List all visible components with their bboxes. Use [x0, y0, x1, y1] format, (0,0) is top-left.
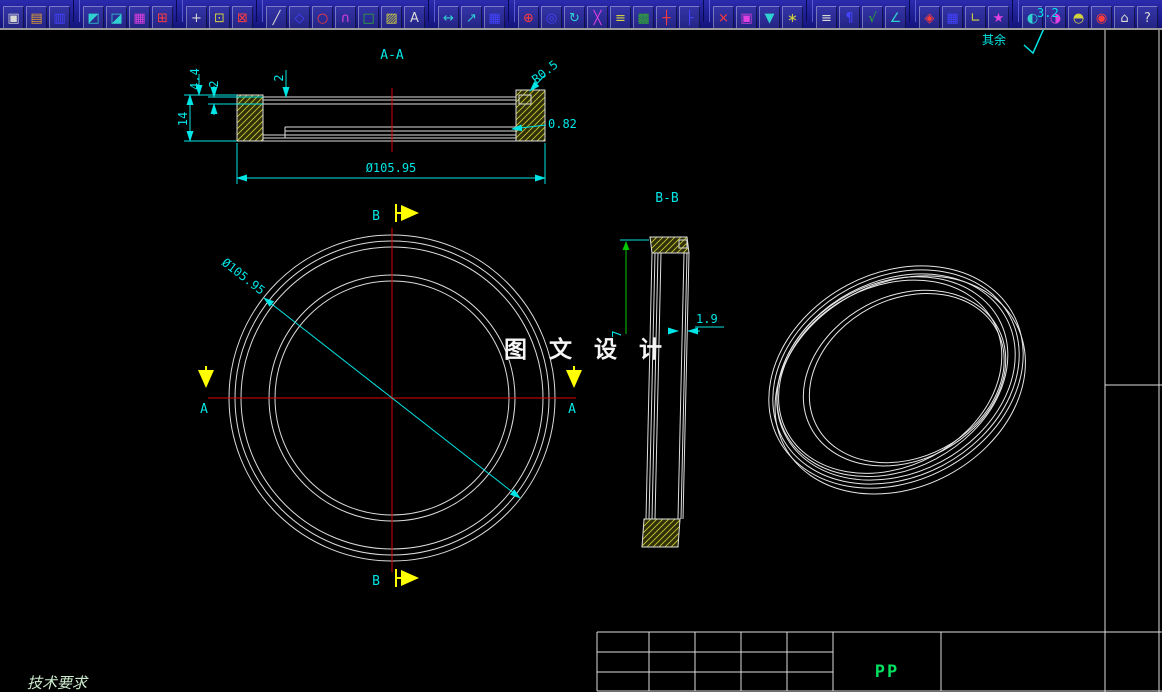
- zoom-window-icon[interactable]: ⊡: [209, 5, 230, 28]
- redo-icon[interactable]: ◪: [106, 5, 127, 28]
- section-aa-title: A-A: [380, 48, 404, 63]
- plot-icon[interactable]: ⊞: [152, 5, 173, 28]
- dim-4-4: 4.4: [188, 68, 202, 90]
- polar-icon[interactable]: ★: [988, 5, 1009, 28]
- trim-icon[interactable]: ┼: [656, 5, 677, 28]
- copy-icon[interactable]: ◎: [541, 5, 562, 28]
- section-marker-b-bottom: B: [372, 574, 380, 589]
- erase-icon[interactable]: ×: [713, 5, 734, 28]
- dim-diameter-top: Ø105.95: [219, 255, 267, 297]
- watermark-text: 图 文 设 计: [504, 336, 669, 363]
- pan-icon[interactable]: +: [186, 5, 207, 28]
- arc-tool-icon[interactable]: ∩: [335, 5, 356, 28]
- undo-icon[interactable]: ◩: [83, 5, 104, 28]
- toolbar-separator: [73, 0, 80, 22]
- surface-roughness-icon: [1023, 30, 1045, 55]
- dim-0-82: 0.82: [548, 117, 577, 131]
- polyline-tool-icon[interactable]: ◇: [289, 5, 310, 28]
- surface-finish-note: 其余: [982, 30, 1045, 55]
- camera-icon[interactable]: ◉: [1091, 5, 1112, 28]
- array-icon[interactable]: ▩: [633, 5, 654, 28]
- circle-tool-icon[interactable]: ○: [312, 5, 333, 28]
- match-properties-icon[interactable]: √: [862, 5, 883, 28]
- help-icon[interactable]: ?: [1137, 5, 1158, 28]
- explode-icon[interactable]: ∗: [782, 5, 803, 28]
- drawing-canvas[interactable]: A-A 4.4 2 14 2 R0.5 0.82 Ø105.95 Ø105.95…: [0, 30, 1162, 692]
- grid-icon[interactable]: ▦: [942, 5, 963, 28]
- toolbar-separator: [176, 0, 183, 22]
- new-file-icon[interactable]: ▣: [3, 5, 24, 28]
- toolbar-separator: [909, 0, 916, 22]
- dimension-icon[interactable]: ↔: [438, 5, 459, 28]
- extend-icon[interactable]: ├: [679, 5, 700, 28]
- ortho-icon[interactable]: ∟: [965, 5, 986, 28]
- dim-2-wall: 2: [207, 80, 221, 87]
- section-bb-view: B-B 7 1.9: [610, 191, 724, 548]
- save-icon[interactable]: ▥: [49, 5, 70, 28]
- properties-icon[interactable]: ¶: [839, 5, 860, 28]
- toolbar-separator: [508, 0, 515, 22]
- dim-r0-5: R0.5: [529, 58, 560, 87]
- hatch-tool-icon[interactable]: ▨: [381, 5, 402, 28]
- surface-note-label: 其余: [982, 32, 1006, 47]
- cad-drawing[interactable]: A-A 4.4 2 14 2 R0.5 0.82 Ø105.95 Ø105.95…: [0, 30, 1162, 692]
- toolbar-separator: [1012, 0, 1019, 22]
- dim-14: 14: [176, 112, 190, 126]
- toolbar: ▣ ▤ ▥ ◩ ◪ ▦ ⊞ + ⊡ ⊠ ╱ ◇ ○ ∩ □ ▨ A ↔ ↗ ▦ ⊕ ◎ ↻ ╳ ≡ ▩ ┼ ├ × ▣ ▼ ∗ ≡ ¶ √ ∠ ◈ ▦ ∟ ★…: [0, 0, 1162, 30]
- home-view-icon[interactable]: ⌂: [1114, 5, 1135, 28]
- lights-icon[interactable]: ◓: [1068, 5, 1089, 28]
- dim-diameter-aa: Ø105.95: [366, 161, 417, 175]
- section-marker-a-right: A: [568, 402, 576, 417]
- material-value: PP: [875, 662, 899, 682]
- insert-icon[interactable]: ▼: [759, 5, 780, 28]
- section-marker-a-left: A: [200, 402, 208, 417]
- zoom-extents-icon[interactable]: ⊠: [232, 5, 253, 28]
- leader-icon[interactable]: ↗: [461, 5, 482, 28]
- block-icon[interactable]: ▣: [736, 5, 757, 28]
- toolbar-separator: [703, 0, 710, 22]
- title-block: PP: [596, 631, 1162, 692]
- open-file-icon[interactable]: ▤: [26, 5, 47, 28]
- line-tool-icon[interactable]: ╱: [266, 5, 287, 28]
- section-bb-title: B-B: [655, 191, 679, 206]
- table-icon[interactable]: ▦: [484, 5, 505, 28]
- section-aa-view: A-A 4.4 2 14 2 R0.5 0.82 Ø105.95: [176, 48, 577, 184]
- osnap-icon[interactable]: ◈: [919, 5, 940, 28]
- toolbar-separator: [806, 0, 813, 22]
- layers-icon[interactable]: ≡: [816, 5, 837, 28]
- isometric-view: [768, 265, 1026, 495]
- surface-roughness-value: 3.2: [1037, 6, 1059, 20]
- toolbar-separator: [256, 0, 263, 22]
- text-tool-icon[interactable]: A: [404, 5, 425, 28]
- rotate-icon[interactable]: ↻: [564, 5, 585, 28]
- offset-icon[interactable]: ≡: [610, 5, 631, 28]
- toolbar-separator: [428, 0, 435, 22]
- measure-icon[interactable]: ∠: [885, 5, 906, 28]
- dim-2-top: 2: [272, 74, 286, 81]
- top-view: Ø105.95 B B A A: [198, 204, 582, 589]
- cad-application-window: { "toolbar": { "icons": [ {"n":"new-file…: [0, 0, 1162, 692]
- mirror-icon[interactable]: ╳: [587, 5, 608, 28]
- dim-1-9: 1.9: [696, 312, 718, 326]
- tech-requirements-label: 技术要求: [27, 674, 89, 692]
- drawing-frame: [1104, 30, 1162, 692]
- print-icon[interactable]: ▦: [129, 5, 150, 28]
- move-icon[interactable]: ⊕: [518, 5, 539, 28]
- toolbar-icons: ▣ ▤ ▥ ◩ ◪ ▦ ⊞ + ⊡ ⊠ ╱ ◇ ○ ∩ □ ▨ A ↔ ↗ ▦ ⊕ ◎ ↻ ╳ ≡ ▩ ┼ ├ × ▣ ▼ ∗ ≡ ¶ √ ∠ ◈ ▦ ∟ ★…: [2, 0, 1159, 28]
- section-marker-b-top: B: [372, 209, 380, 224]
- rectangle-tool-icon[interactable]: □: [358, 5, 379, 28]
